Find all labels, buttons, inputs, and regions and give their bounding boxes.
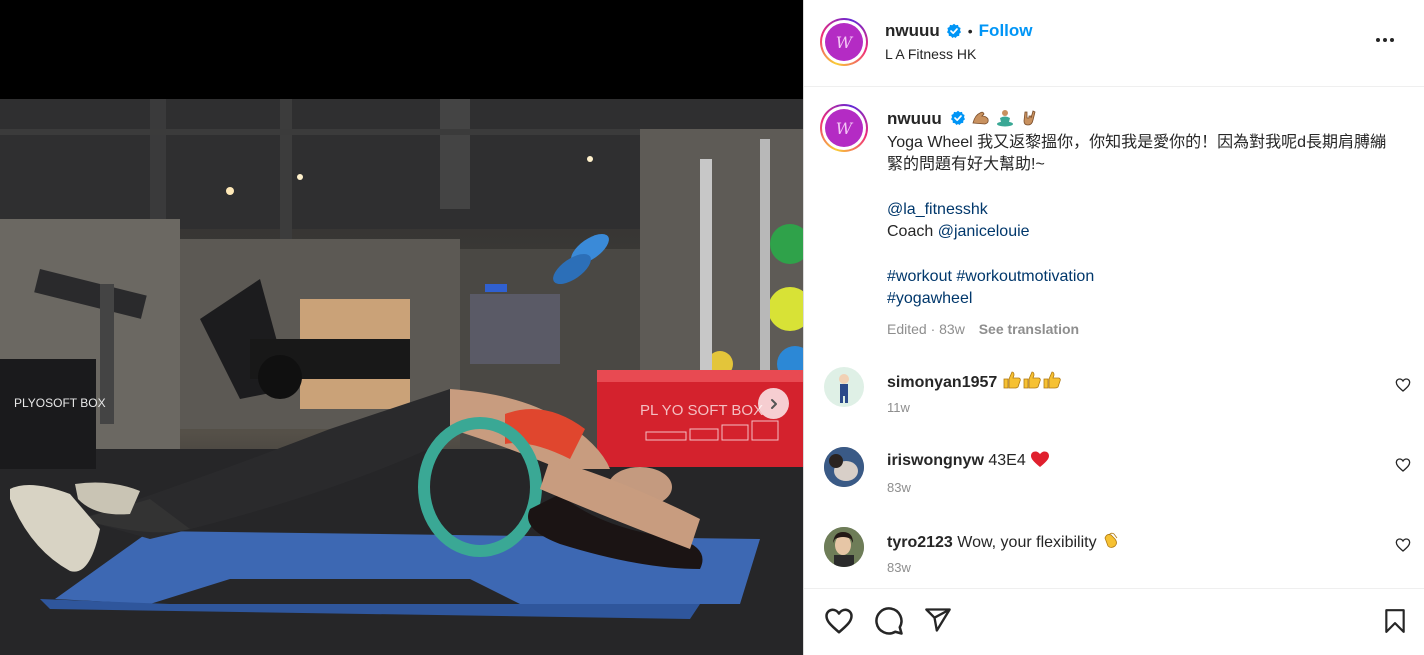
- photo-avatar-icon: [824, 527, 864, 567]
- like-heart-icon[interactable]: [824, 606, 854, 636]
- love-you-gesture-emoji-icon: [1023, 110, 1036, 126]
- more-dot-icon: [1383, 38, 1387, 42]
- share-send-icon[interactable]: [924, 606, 952, 634]
- verified-badge-icon: [951, 110, 966, 125]
- mention-janicelouie[interactable]: @janicelouie: [938, 223, 1030, 240]
- flexed-biceps-emoji-icon: [972, 111, 989, 125]
- post-action-bar: [804, 588, 1424, 655]
- more-options-button[interactable]: [1372, 31, 1398, 49]
- next-photo-button[interactable]: [758, 388, 789, 419]
- photo-avatar-icon: [824, 447, 864, 487]
- cartoon-avatar-icon: [839, 374, 849, 403]
- comment-time[interactable]: 83w: [887, 560, 911, 575]
- clapping-hands-emoji-icon: [1104, 532, 1118, 548]
- hashtag-workout[interactable]: #workout: [887, 268, 952, 285]
- post-location[interactable]: L A Fitness HK: [885, 46, 976, 62]
- comment-item: iriswongnyw 43E4 83w: [804, 447, 1424, 507]
- chevron-right-icon: [770, 398, 777, 409]
- plyo-box-right-label: PL YO SOFT BOX: [640, 402, 763, 419]
- author-username[interactable]: nwuuu: [885, 21, 940, 41]
- hashtag-workoutmotivation[interactable]: #workoutmotivation: [956, 268, 1094, 285]
- more-dot-icon: [1390, 38, 1394, 42]
- commenter-avatar[interactable]: [824, 367, 864, 407]
- person-lotus-emoji-icon: [997, 110, 1014, 127]
- commenter-username[interactable]: tyro2123: [887, 534, 953, 551]
- comment-time[interactable]: 83w: [887, 480, 911, 495]
- header-separator: •: [967, 23, 973, 39]
- commenter-username[interactable]: simonyan1957: [887, 374, 997, 391]
- plyo-box-left-label: PLYOSOFT BOX: [14, 396, 106, 410]
- post-sidebar: W nwuuu • Follow L A Fitness HK W nwuuu …: [803, 0, 1424, 655]
- comment-body: tyro2123 Wow, your flexibility: [887, 530, 1121, 552]
- coach-prefix: Coach: [887, 223, 938, 240]
- like-comment-heart-icon[interactable]: [1395, 457, 1411, 473]
- caption-body: Yoga Wheel 我又返黎搵你，你知我是愛你的！因為對我呢d長期肩膊繃緊的問…: [887, 133, 1387, 174]
- avatar-monogram: W: [825, 109, 863, 147]
- caption-author-avatar[interactable]: W: [820, 104, 868, 152]
- caption-username[interactable]: nwuuu: [887, 109, 942, 128]
- like-comment-heart-icon[interactable]: [1395, 377, 1411, 393]
- commenter-avatar[interactable]: [824, 447, 864, 487]
- header-name-row: nwuuu • Follow: [885, 21, 1033, 41]
- caption-text: nwuuu Yoga Wheel 我又返黎搵你，你知我是愛你的！因為對我呢d長期…: [887, 108, 1397, 340]
- caption-meta: Edited · 83w See translation: [887, 318, 1397, 341]
- edited-timestamp[interactable]: Edited · 83w: [887, 321, 965, 337]
- comment-bubble-icon[interactable]: [874, 606, 904, 636]
- save-bookmark-icon[interactable]: [1382, 606, 1408, 636]
- mention-la-fitnesshk[interactable]: @la_fitnesshk: [887, 201, 988, 218]
- post-header: W nwuuu • Follow L A Fitness HK: [804, 0, 1424, 87]
- comment-item: simonyan1957 11w: [804, 367, 1424, 427]
- thumbs-up-emoji-icon: [1003, 371, 1061, 389]
- post-photo[interactable]: PLYOSOFT BOX PL YO SOFT BOX: [0, 99, 803, 655]
- hashtag-yogawheel[interactable]: #yogawheel: [887, 290, 972, 307]
- comment-text: 43E4: [988, 452, 1026, 469]
- follow-button[interactable]: Follow: [979, 21, 1033, 41]
- author-avatar[interactable]: W: [820, 18, 868, 66]
- like-comment-heart-icon[interactable]: [1395, 537, 1411, 553]
- verified-badge-icon: [946, 23, 961, 38]
- commenter-avatar[interactable]: [824, 527, 864, 567]
- commenter-username[interactable]: iriswongnyw: [887, 452, 984, 469]
- comment-body: simonyan1957: [887, 370, 1064, 392]
- more-dot-icon: [1376, 38, 1380, 42]
- post-media: PLYOSOFT BOX PL YO SOFT BOX: [0, 0, 803, 655]
- avatar-monogram: W: [825, 23, 863, 61]
- comment-item: tyro2123 Wow, your flexibility 83w: [804, 527, 1424, 587]
- gym-photo-illustration: PLYOSOFT BOX PL YO SOFT BOX: [0, 99, 803, 655]
- red-heart-emoji-icon: [1031, 451, 1050, 467]
- see-translation-button[interactable]: See translation: [979, 321, 1079, 337]
- comment-text: Wow, your flexibility: [957, 534, 1097, 551]
- comment-time[interactable]: 11w: [887, 400, 910, 415]
- comment-body: iriswongnyw 43E4: [887, 450, 1050, 470]
